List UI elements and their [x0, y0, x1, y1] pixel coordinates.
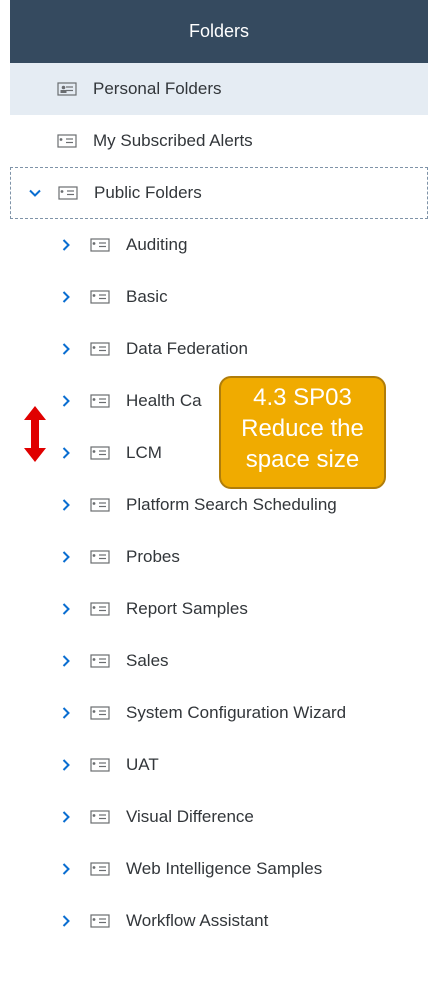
folder-icon	[90, 290, 110, 304]
tree-item-workflow-assistant[interactable]: Workflow Assistant	[10, 895, 428, 947]
tree-item-label: Workflow Assistant	[126, 911, 269, 930]
tree-item-web-intelligence-samples[interactable]: Web Intelligence Samples	[10, 843, 428, 895]
folders-header: Folders	[10, 0, 428, 63]
folder-icon	[90, 706, 110, 720]
folder-icon	[90, 862, 110, 876]
chevron-down-icon[interactable]	[29, 186, 41, 200]
tree-item-label: Probes	[126, 547, 180, 566]
chevron-right-icon[interactable]	[60, 706, 72, 720]
tree-item-my-subscribed-alerts[interactable]: My Subscribed Alerts	[10, 115, 428, 167]
tree-item-label: Visual Difference	[126, 807, 254, 826]
folder-icon	[90, 654, 110, 668]
chevron-right-icon[interactable]	[60, 342, 72, 356]
chevron-right-icon[interactable]	[60, 654, 72, 668]
tree-item-label: System Configuration Wizard	[126, 703, 347, 722]
tree-item-label: Sales	[126, 651, 169, 670]
chevron-right-icon[interactable]	[60, 550, 72, 564]
tree-item-visual-difference[interactable]: Visual Difference	[10, 791, 428, 843]
folder-icon	[90, 238, 110, 252]
tree-item-label: Basic	[126, 287, 168, 306]
callout-line-3: space size	[245, 446, 360, 473]
chevron-right-icon[interactable]	[60, 290, 72, 304]
chevron-right-icon[interactable]	[60, 914, 72, 928]
folder-icon	[90, 602, 110, 616]
tree-item-label: UAT	[126, 755, 159, 774]
chevron-right-icon[interactable]	[60, 758, 72, 772]
chevron-right-icon[interactable]	[60, 238, 72, 252]
tree-item-label: Report Samples	[126, 599, 248, 618]
tree-item-probes[interactable]: Probes	[10, 531, 428, 583]
folder-icon	[90, 498, 110, 512]
tree-item-label: Public Folders	[94, 183, 202, 202]
folder-icon	[90, 810, 110, 824]
folder-icon	[90, 550, 110, 564]
folder-icon	[57, 134, 77, 148]
tree-item-sales[interactable]: Sales	[10, 635, 428, 687]
tree-item-label: Health Ca	[126, 391, 202, 410]
folder-icon	[58, 186, 78, 200]
folder-icon	[90, 914, 110, 928]
annotation-callout: 4.3 SP03 Reduce the space size	[219, 376, 386, 489]
tree-item-label: Auditing	[126, 235, 188, 254]
tree-item-report-samples[interactable]: Report Samples	[10, 583, 428, 635]
folder-icon	[90, 394, 110, 408]
chevron-right-icon[interactable]	[60, 446, 72, 460]
tree-item-system-configuration-wizard[interactable]: System Configuration Wizard	[10, 687, 428, 739]
folder-icon	[90, 446, 110, 460]
chevron-right-icon[interactable]	[60, 862, 72, 876]
chevron-right-icon[interactable]	[60, 394, 72, 408]
chevron-right-icon[interactable]	[60, 498, 72, 512]
tree-item-label: Personal Folders	[93, 79, 222, 98]
tree-item-basic[interactable]: Basic	[10, 271, 428, 323]
resize-arrow-icon	[24, 406, 46, 462]
tree-item-public-folders[interactable]: Public Folders	[10, 167, 428, 219]
callout-line-2: Reduce the	[241, 415, 364, 442]
tree-item-label: My Subscribed Alerts	[93, 131, 253, 150]
folders-title: Folders	[188, 21, 250, 41]
tree-item-label: LCM	[126, 443, 162, 462]
tree-item-personal-folders[interactable]: Personal Folders	[10, 63, 428, 115]
tree-item-auditing[interactable]: Auditing	[10, 219, 428, 271]
chevron-right-icon[interactable]	[60, 602, 72, 616]
tree-item-label: Data Federation	[126, 339, 248, 358]
tree-item-uat[interactable]: UAT	[10, 739, 428, 791]
folder-icon	[90, 342, 110, 356]
tree-item-label: Platform Search Scheduling	[126, 495, 337, 514]
folder-icon	[90, 758, 110, 772]
callout-line-1: 4.3 SP03	[253, 384, 352, 411]
chevron-right-icon[interactable]	[60, 810, 72, 824]
personal-folder-icon	[57, 82, 77, 96]
tree-item-data-federation[interactable]: Data Federation	[10, 323, 428, 375]
tree-item-label: Web Intelligence Samples	[126, 859, 323, 878]
